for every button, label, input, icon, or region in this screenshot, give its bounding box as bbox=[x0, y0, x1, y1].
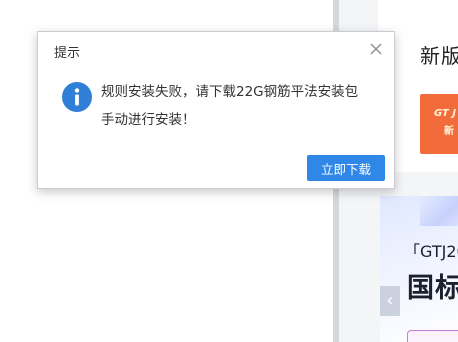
close-icon[interactable] bbox=[368, 41, 384, 57]
download-now-button[interactable]: 立即下载 bbox=[307, 155, 385, 181]
info-icon bbox=[62, 82, 92, 112]
dialog-message-line1: 规则安装失败，请下载22G钢筋平法安装包 bbox=[101, 84, 359, 100]
banner-title: 国标 bbox=[407, 273, 458, 304]
promo-tile-text: GT J bbox=[434, 108, 457, 119]
banner-decoration bbox=[420, 196, 458, 226]
promo-tile[interactable]: GT J 新 bbox=[420, 94, 458, 154]
banner-prev-arrow-icon[interactable]: ‹ bbox=[380, 286, 400, 316]
right-panel-title: 新版 bbox=[420, 44, 458, 68]
prompt-dialog: 提示 规则安装失败，请下载22G钢筋平法安装包 手动进行安装！ 立即下载 bbox=[37, 31, 395, 189]
dialog-message-line2: 手动进行安装！ bbox=[101, 112, 196, 128]
banner-subtitle: 「GTJ20 bbox=[404, 242, 458, 261]
app-window: 新版 GT J 新 「GTJ20 国标 ‹ 提示 规则安装失败，请下载22G钢筋… bbox=[0, 0, 458, 342]
banner-tag bbox=[407, 330, 458, 342]
dialog-message: 规则安装失败，请下载22G钢筋平法安装包 手动进行安装！ bbox=[101, 78, 381, 134]
dialog-title: 提示 bbox=[54, 46, 81, 61]
promo-tile-subtext: 新 bbox=[444, 126, 454, 137]
